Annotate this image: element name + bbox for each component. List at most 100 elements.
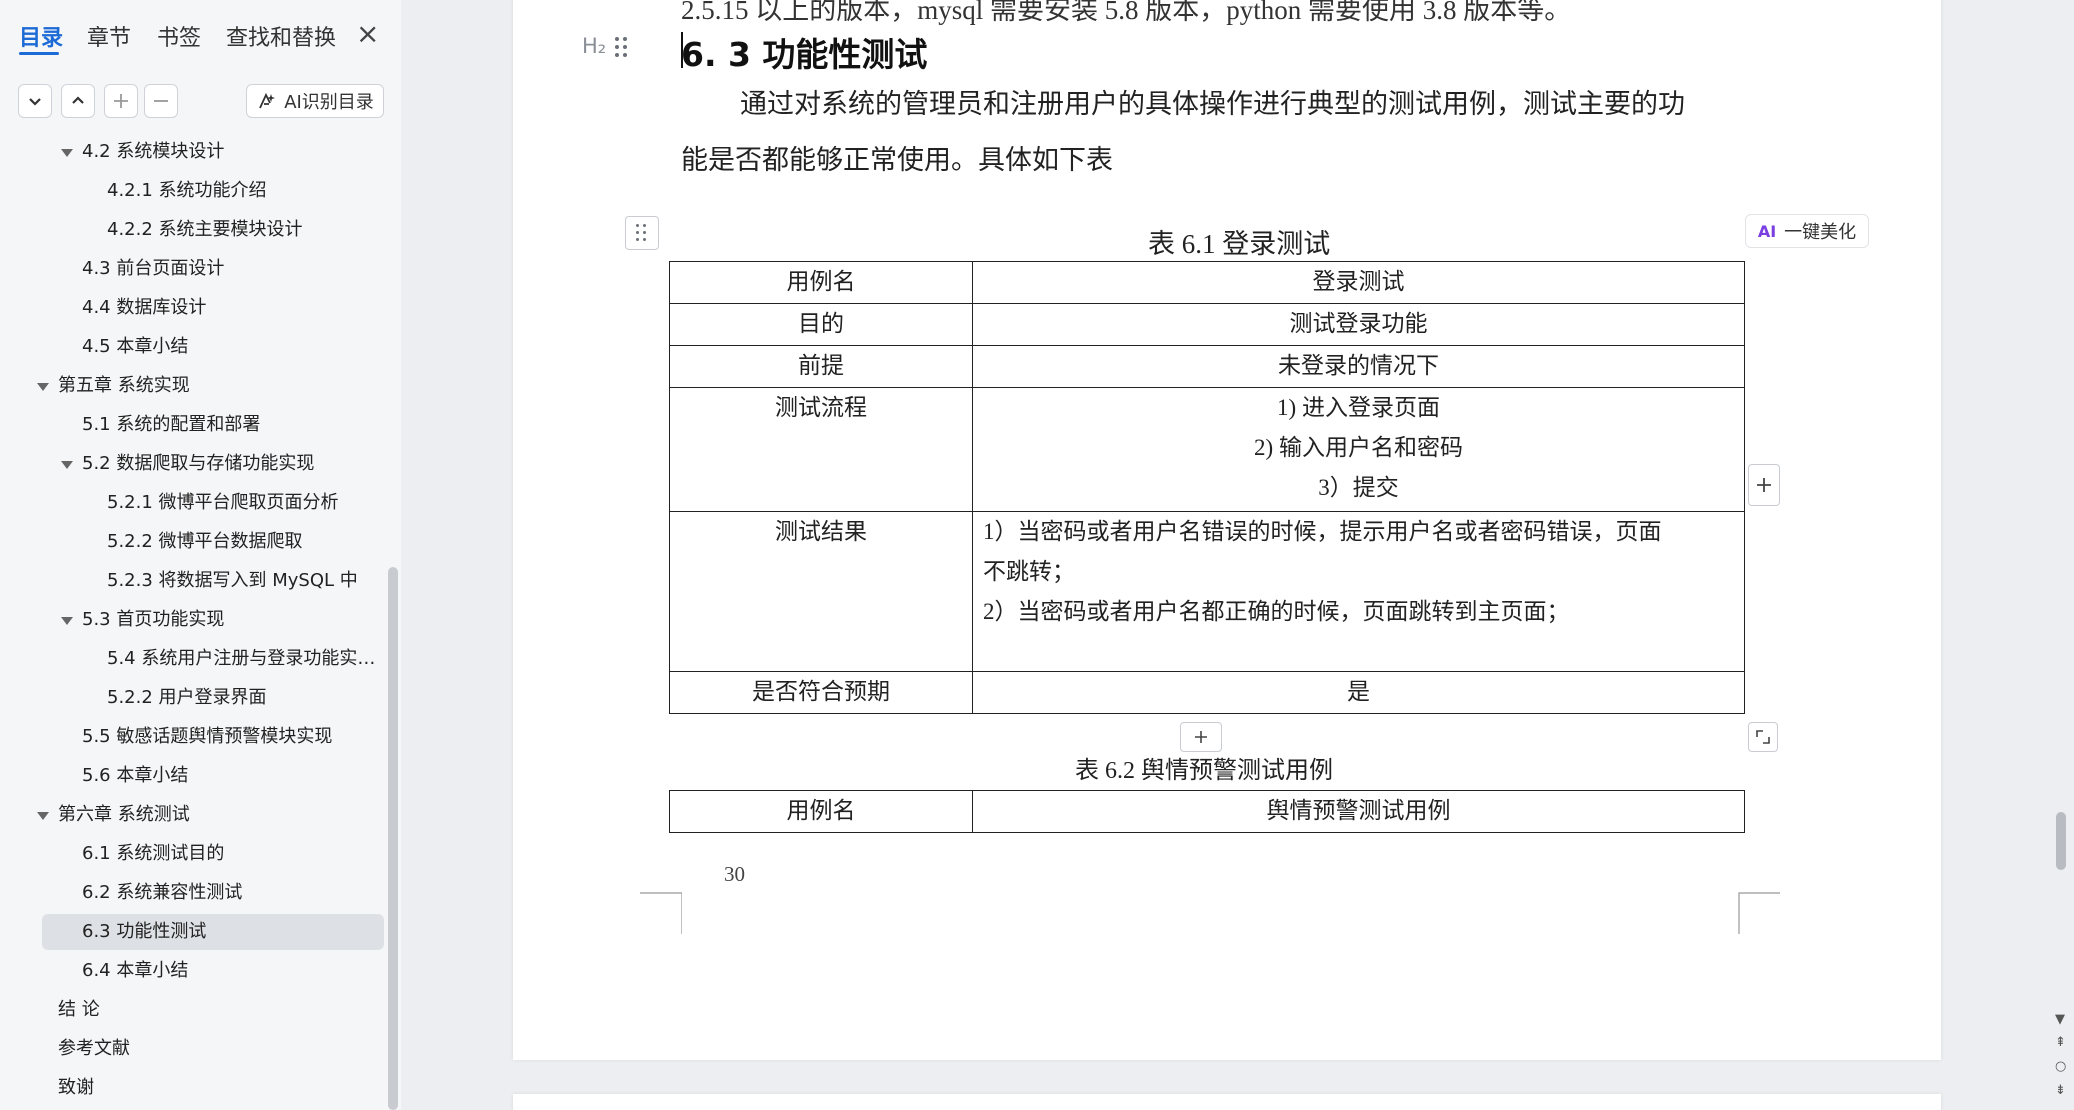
toc-item-6-1[interactable]: 6.1 系统测试目的 (0, 836, 380, 872)
toc-item-5-1[interactable]: 5.1 系统的配置和部署 (0, 407, 380, 443)
tab-chapters[interactable]: 章节 (87, 20, 131, 52)
table-cell[interactable]: 登录测试 (972, 261, 1745, 304)
text-cursor (681, 32, 683, 68)
table-resize-button[interactable] (1748, 722, 1778, 752)
minus-icon (154, 100, 168, 102)
toc-item-5-2-3[interactable]: 5.2.3 将数据写入到 MySQL 中 (0, 563, 380, 599)
toc-item-5-2[interactable]: 5.2 数据爬取与存储功能实现 (0, 446, 380, 482)
toc-item-4-2-2[interactable]: 4.2.2 系统主要模块设计 (0, 212, 380, 248)
table-row: 目的 测试登录功能 (669, 303, 1745, 346)
next-document-page (513, 1094, 1941, 1110)
page-corner-mark-left (640, 892, 682, 934)
plus-icon (1195, 731, 1207, 743)
toc-item-4-3[interactable]: 4.3 前台页面设计 (0, 251, 380, 287)
ai-badge: AI (1757, 221, 1777, 241)
nav-tab-bar: 目录 章节 书签 查找和替换 × (0, 0, 401, 72)
add-row-button[interactable] (1180, 722, 1222, 752)
toc-item-5-5[interactable]: 5.5 敏感话题舆情预警模块实现 (0, 719, 380, 755)
caret-down-icon[interactable] (61, 149, 73, 157)
navigation-pane: 目录 章节 书签 查找和替换 × AI识别目录 4.2 系统模块设计 4.2.1… (0, 0, 401, 1110)
collapse-up-button[interactable] (61, 84, 95, 118)
result-line-2: 不跳转； (983, 559, 1075, 584)
table-cell[interactable]: 是 (972, 671, 1745, 714)
toc-item-chapter-6[interactable]: 第六章 系统测试 (0, 797, 380, 833)
table-cell[interactable]: 未登录的情况下 (972, 345, 1745, 388)
plus-icon (114, 94, 128, 108)
body-paragraph-line-2[interactable]: 能是否都能够正常使用。具体如下表 (681, 138, 1741, 177)
expand-down-button[interactable] (18, 84, 52, 118)
login-test-table: 用例名 登录测试 目的 测试登录功能 前提 未登录的情况下 测试流程 1) 进入… (669, 261, 1745, 714)
toc-item-5-2-2[interactable]: 5.2.2 微博平台数据爬取 (0, 524, 380, 560)
toc-list: 4.2 系统模块设计 4.2.1 系统功能介绍 4.2.2 系统主要模块设计 4… (0, 134, 390, 1110)
table-row: 测试流程 1) 进入登录页面 2) 输入用户名和密码 3）提交 (669, 387, 1745, 512)
toc-item-acknowledgements[interactable]: 致谢 (0, 1070, 380, 1106)
toc-item-4-4[interactable]: 4.4 数据库设计 (0, 290, 380, 326)
table-cell[interactable]: 用例名 (669, 261, 973, 304)
document-scrollbar-thumb[interactable] (2056, 812, 2066, 870)
previous-page-icon[interactable]: ⇞ (2055, 1036, 2066, 1050)
one-click-beautify-button[interactable]: AI 一键美化 (1745, 214, 1869, 248)
toc-item-6-2[interactable]: 6.2 系统兼容性测试 (0, 875, 380, 911)
next-page-icon[interactable]: ⇟ (2055, 1084, 2066, 1098)
close-icon[interactable]: × (356, 20, 379, 48)
drag-handle-icon[interactable] (615, 37, 629, 59)
process-step-3: 3）提交 (1318, 475, 1399, 500)
toc-item-4-2-1[interactable]: 4.2.1 系统功能介绍 (0, 173, 380, 209)
toc-item-5-6[interactable]: 5.6 本章小结 (0, 758, 380, 794)
page-number: 30 (724, 862, 745, 886)
table-cell[interactable]: 前提 (669, 345, 973, 388)
body-paragraph-line-1[interactable]: 通过对系统的管理员和注册用户的具体操作进行典型的测试用例，测试主要的功 (740, 82, 1800, 121)
add-heading-button[interactable] (104, 84, 138, 118)
toc-item-4-2[interactable]: 4.2 系统模块设计 (0, 134, 380, 170)
table-row: 前提 未登录的情况下 (669, 345, 1745, 388)
table-2-caption[interactable]: 表 6.2 舆情预警测试用例 (1075, 750, 1333, 785)
toc-scrollbar-thumb[interactable] (388, 567, 398, 1110)
remove-heading-button[interactable] (144, 84, 178, 118)
caret-down-icon[interactable] (37, 812, 49, 820)
caret-down-icon[interactable] (37, 383, 49, 391)
add-column-button[interactable] (1748, 464, 1780, 506)
caret-down-icon[interactable] (61, 617, 73, 625)
table-1-caption[interactable]: 表 6.1 登录测试 (1148, 222, 1330, 261)
grip-icon (636, 222, 650, 244)
toc-item-4-5[interactable]: 4.5 本章小结 (0, 329, 380, 365)
toc-item-5-2-2-login[interactable]: 5.2.2 用户登录界面 (0, 680, 380, 716)
toc-item-6-4[interactable]: 6.4 本章小结 (0, 953, 380, 989)
chevron-up-icon (72, 96, 84, 104)
table-cell[interactable]: 测试流程 (669, 387, 973, 512)
caret-down-icon[interactable] (61, 461, 73, 469)
table-cell[interactable]: 用例名 (669, 790, 973, 833)
table-cell[interactable]: 舆情预警测试用例 (972, 790, 1745, 833)
tab-bookmarks[interactable]: 书签 (157, 20, 201, 52)
select-browse-object-icon[interactable]: ○ (2055, 1060, 2066, 1074)
toc-item-5-4[interactable]: 5.4 系统用户注册与登录功能实… (0, 641, 380, 677)
toc-item-5-2-1[interactable]: 5.2.1 微博平台爬取页面分析 (0, 485, 380, 521)
table-cell[interactable]: 是否符合预期 (669, 671, 973, 714)
toc-item-5-3[interactable]: 5.3 首页功能实现 (0, 602, 380, 638)
toc-item-references[interactable]: 参考文献 (0, 1031, 380, 1067)
table-cell[interactable]: 目的 (669, 303, 973, 346)
toc-item-6-3[interactable]: 6.3 功能性测试 (42, 914, 384, 950)
table-row: 测试结果 1）当密码或者用户名错误的时候，提示用户名或者密码错误，页面 不跳转；… (669, 511, 1745, 672)
tab-find-replace[interactable]: 查找和替换 (226, 20, 336, 52)
section-heading[interactable]: 6. 3 功能性测试 (681, 28, 927, 76)
beautify-label: 一键美化 (1784, 222, 1857, 243)
result-line-3: 2）当密码或者用户名都正确的时候，页面跳转到主页面； (983, 599, 1570, 624)
table-row: 用例名 舆情预警测试用例 (669, 790, 1745, 833)
table-cell[interactable]: 1）当密码或者用户名错误的时候，提示用户名或者密码错误，页面 不跳转； 2）当密… (972, 511, 1745, 672)
toc-item-conclusion[interactable]: 结 论 (0, 992, 380, 1028)
table-cell[interactable]: 测试登录功能 (972, 303, 1745, 346)
process-step-1: 1) 进入登录页面 (1277, 395, 1440, 420)
table-cell[interactable]: 测试结果 (669, 511, 973, 672)
table-move-handle[interactable] (625, 216, 659, 250)
process-step-2: 2) 输入用户名和密码 (1254, 435, 1463, 460)
ai-toc-label: AI识别目录 (284, 92, 374, 113)
scroll-down-icon[interactable]: ▼ (2055, 1013, 2065, 1027)
ai-recognize-toc-button[interactable]: AI识别目录 (246, 84, 384, 118)
previous-paragraph-line: 2.5.15 以上的版本，mysql 需要安装 5.8 版本，python 需要… (681, 0, 1572, 25)
table-cell[interactable]: 1) 进入登录页面 2) 输入用户名和密码 3）提交 (972, 387, 1745, 512)
toc-item-chapter-5[interactable]: 第五章 系统实现 (0, 368, 380, 404)
tab-toc[interactable]: 目录 (19, 20, 63, 52)
heading-level-marker[interactable]: H₂ (582, 34, 606, 58)
ai-sparkle-icon (259, 92, 276, 109)
